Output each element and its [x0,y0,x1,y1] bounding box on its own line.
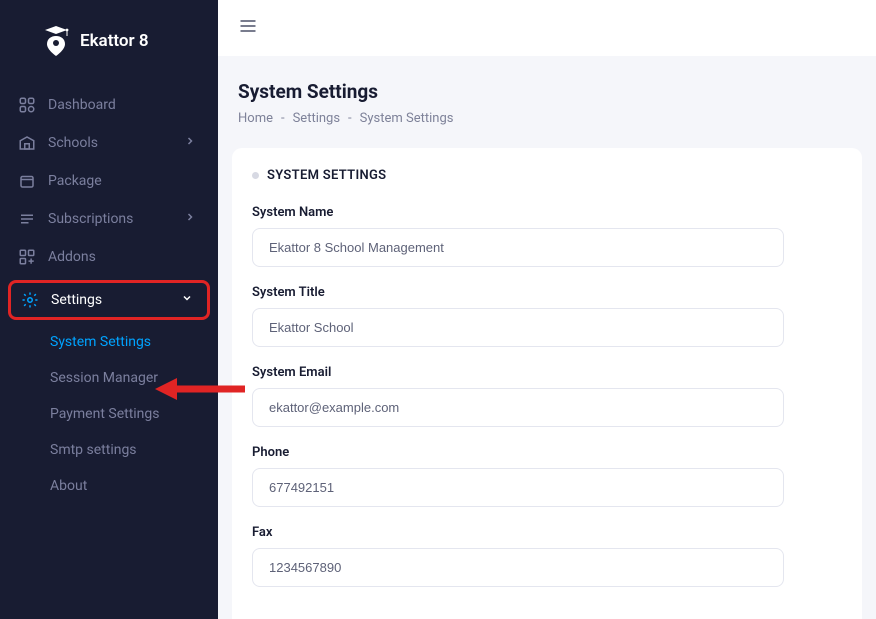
system-title-input[interactable] [252,308,784,347]
sidebar-item-schools[interactable]: Schools [0,124,218,162]
card-header: SYSTEM SETTINGS [252,168,842,183]
subnav-session-manager[interactable]: Session Manager [50,360,218,396]
chevron-right-icon [184,211,198,227]
field-label: System Email [252,365,842,380]
gear-icon [21,291,39,309]
page-header: System Settings Home - Settings - System… [218,56,876,140]
sidebar-item-subscriptions[interactable]: Subscriptions [0,200,218,238]
fax-input[interactable] [252,548,784,587]
sidebar-item-label: Settings [51,292,169,308]
brand-logo[interactable]: Ekattor 8 [0,24,218,86]
field-system-email: System Email [252,365,842,427]
graduation-pin-icon [42,24,70,58]
field-label: Fax [252,525,842,540]
system-name-input[interactable] [252,228,784,267]
field-system-title: System Title [252,285,842,347]
settings-card: SYSTEM SETTINGS System Name System Title… [232,148,862,619]
hamburger-icon[interactable] [238,16,258,40]
breadcrumb: Home - Settings - System Settings [238,111,856,126]
chevron-down-icon [181,292,195,308]
subnav-payment-settings[interactable]: Payment Settings [50,396,218,432]
sidebar-item-settings[interactable]: Settings [8,280,210,320]
brand-name: Ekattor 8 [80,31,149,51]
chevron-right-icon [184,135,198,151]
subnav-system-settings[interactable]: System Settings [50,324,218,360]
main-content: System Settings Home - Settings - System… [218,0,876,619]
sidebar-item-label: Schools [48,135,172,151]
sidebar-item-label: Dashboard [48,97,200,113]
field-fax: Fax [252,525,842,587]
subnav-smtp-settings[interactable]: Smtp settings [50,432,218,468]
sidebar-item-label: Subscriptions [48,211,172,227]
sidebar-item-label: Addons [48,249,200,265]
subnav-about[interactable]: About [50,468,218,504]
breadcrumb-current: System Settings [360,111,454,126]
breadcrumb-separator: - [281,111,285,126]
breadcrumb-settings[interactable]: Settings [293,111,340,126]
settings-submenu: System Settings Session Manager Payment … [0,324,218,504]
system-email-input[interactable] [252,388,784,427]
sidebar-item-dashboard[interactable]: Dashboard [0,86,218,124]
breadcrumb-home[interactable]: Home [238,111,273,126]
sidebar-item-package[interactable]: Package [0,162,218,200]
card-indicator-dot [252,172,259,179]
field-label: System Name [252,205,842,220]
card-title: SYSTEM SETTINGS [267,168,386,183]
field-system-name: System Name [252,205,842,267]
sidebar: Ekattor 8 Dashboard Schools Package Subs… [0,0,218,619]
field-phone: Phone [252,445,842,507]
field-label: System Title [252,285,842,300]
sidebar-item-addons[interactable]: Addons [0,238,218,276]
addons-icon [18,248,36,266]
phone-input[interactable] [252,468,784,507]
topbar [218,0,876,56]
page-title: System Settings [238,80,856,103]
list-icon [18,210,36,228]
package-icon [18,172,36,190]
school-icon [18,134,36,152]
breadcrumb-separator: - [348,111,352,126]
dashboard-icon [18,96,36,114]
sidebar-item-label: Package [48,173,200,189]
field-label: Phone [252,445,842,460]
